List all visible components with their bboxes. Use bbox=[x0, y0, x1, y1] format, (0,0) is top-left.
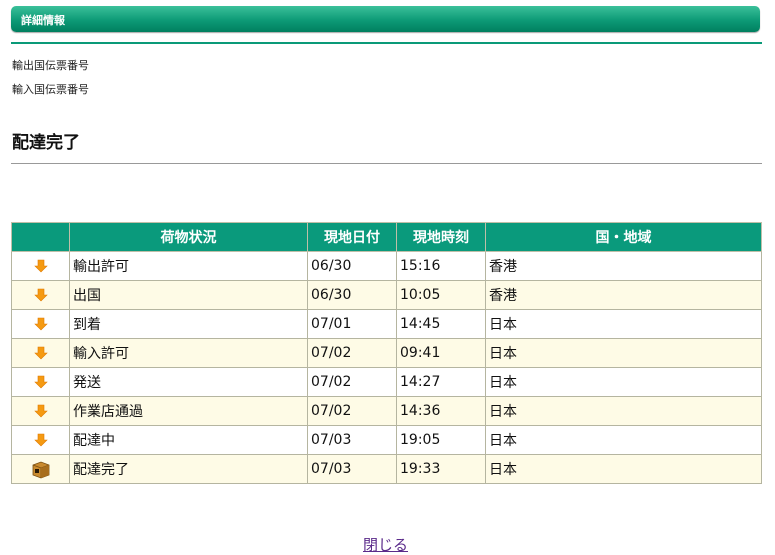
row-local-date: 07/03 bbox=[307, 454, 397, 484]
row-local-time: 14:36 bbox=[396, 396, 486, 426]
delivery-status-title: 配達完了 bbox=[12, 133, 80, 153]
down-arrow-icon bbox=[33, 287, 48, 303]
row-region: 日本 bbox=[485, 309, 762, 339]
tracking-table: 荷物状況 現地日付 現地時刻 国・地域 輸出許可 06/30 15:16 香港 出国 06… bbox=[11, 222, 762, 484]
table-row: 作業店通過 07/02 14:36 日本 bbox=[11, 396, 762, 426]
row-region: 日本 bbox=[485, 425, 762, 455]
row-status: 配達完了 bbox=[69, 454, 308, 484]
row-local-date: 07/02 bbox=[307, 367, 397, 397]
down-arrow-icon bbox=[33, 432, 48, 448]
header-divider bbox=[11, 42, 762, 44]
down-arrow-icon bbox=[33, 345, 48, 361]
down-arrow-icon bbox=[33, 316, 48, 332]
header-region: 国・地域 bbox=[485, 222, 762, 252]
table-row: 配達中 07/03 19:05 日本 bbox=[11, 425, 762, 455]
row-status: 作業店通過 bbox=[69, 396, 308, 426]
row-status: 輸入許可 bbox=[69, 338, 308, 368]
table-row: 到着 07/01 14:45 日本 bbox=[11, 309, 762, 339]
row-icon-cell bbox=[11, 396, 70, 426]
table-row: 出国 06/30 10:05 香港 bbox=[11, 280, 762, 310]
tracking-body: 輸出許可 06/30 15:16 香港 出国 06/30 10:05 香港 到着 07/01 14:… bbox=[11, 251, 762, 484]
row-local-time: 14:45 bbox=[396, 309, 486, 339]
row-local-date: 07/02 bbox=[307, 338, 397, 368]
row-status: 発送 bbox=[69, 367, 308, 397]
page-title: 詳細情報 bbox=[21, 14, 65, 27]
row-status: 配達中 bbox=[69, 425, 308, 455]
row-local-date: 07/02 bbox=[307, 396, 397, 426]
table-row: 輸入許可 07/02 09:41 日本 bbox=[11, 338, 762, 368]
header-icon-column bbox=[11, 222, 70, 252]
row-local-date: 07/03 bbox=[307, 425, 397, 455]
row-icon-cell bbox=[11, 280, 70, 310]
table-row: 発送 07/02 14:27 日本 bbox=[11, 367, 762, 397]
package-icon bbox=[31, 461, 51, 479]
table-header-row: 荷物状況 現地日付 現地時刻 国・地域 bbox=[11, 222, 762, 252]
row-local-time: 14:27 bbox=[396, 367, 486, 397]
row-icon-cell bbox=[11, 338, 70, 368]
row-local-date: 07/01 bbox=[307, 309, 397, 339]
row-icon-cell bbox=[11, 309, 70, 339]
down-arrow-icon bbox=[33, 403, 48, 419]
header-local-date: 現地日付 bbox=[307, 222, 397, 252]
close-link-wrapper: 閉じる bbox=[0, 534, 771, 555]
row-region: 日本 bbox=[485, 367, 762, 397]
row-region: 日本 bbox=[485, 338, 762, 368]
table-row: 配達完了 07/03 19:33 日本 bbox=[11, 454, 762, 484]
status-divider bbox=[11, 163, 762, 164]
table-row: 輸出許可 06/30 15:16 香港 bbox=[11, 251, 762, 281]
header-status: 荷物状況 bbox=[69, 222, 308, 252]
row-local-time: 19:33 bbox=[396, 454, 486, 484]
row-status: 輸出許可 bbox=[69, 251, 308, 281]
row-status: 到着 bbox=[69, 309, 308, 339]
header-bar: 詳細情報 bbox=[11, 6, 760, 32]
row-icon-cell bbox=[11, 425, 70, 455]
import-invoice-label: 輸入国伝票番号 bbox=[12, 83, 89, 96]
export-invoice-label: 輸出国伝票番号 bbox=[12, 59, 89, 72]
row-local-time: 15:16 bbox=[396, 251, 486, 281]
row-region: 香港 bbox=[485, 280, 762, 310]
row-region: 日本 bbox=[485, 454, 762, 484]
row-icon-cell bbox=[11, 454, 70, 484]
row-icon-cell bbox=[11, 367, 70, 397]
row-local-time: 10:05 bbox=[396, 280, 486, 310]
row-region: 日本 bbox=[485, 396, 762, 426]
row-local-date: 06/30 bbox=[307, 251, 397, 281]
row-local-time: 19:05 bbox=[396, 425, 486, 455]
header-local-time: 現地時刻 bbox=[396, 222, 486, 252]
row-icon-cell bbox=[11, 251, 70, 281]
down-arrow-icon bbox=[33, 374, 48, 390]
row-local-date: 06/30 bbox=[307, 280, 397, 310]
down-arrow-icon bbox=[33, 258, 48, 274]
row-region: 香港 bbox=[485, 251, 762, 281]
close-link[interactable]: 閉じる bbox=[363, 536, 408, 554]
row-local-time: 09:41 bbox=[396, 338, 486, 368]
row-status: 出国 bbox=[69, 280, 308, 310]
